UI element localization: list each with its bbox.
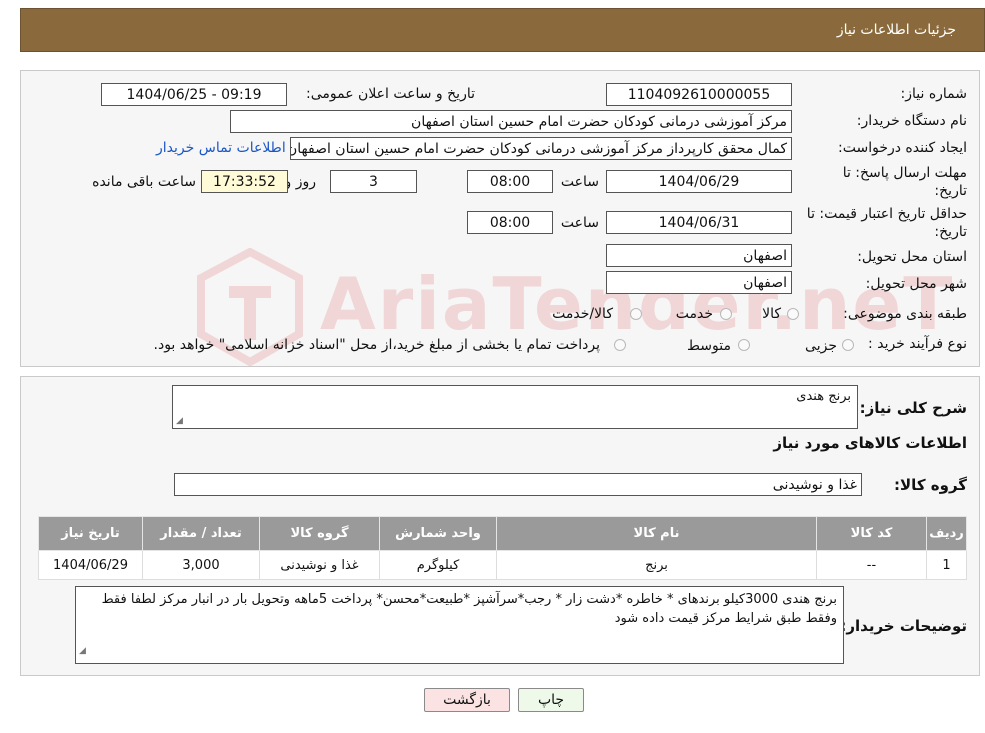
announce-label: تاریخ و ساعت اعلان عمومی: — [306, 86, 475, 102]
goods-table-wrapper: ردیف کد کالا نام کالا واحد شمارش گروه کا… — [38, 516, 967, 580]
category-radio-goods-service[interactable] — [630, 308, 642, 320]
remaining-time-label: ساعت باقی مانده — [92, 174, 196, 190]
deadline-date-field[interactable]: 1404/06/29 — [606, 170, 792, 193]
announce-field[interactable]: 1404/06/25 - 09:19 — [101, 83, 287, 106]
need-summary-label: شرح کلی نیاز: — [859, 399, 967, 417]
category-label: طبقه بندی موضوعی: — [843, 306, 967, 322]
cell-goods-code: -- — [816, 550, 927, 580]
page-header: جزئیات اطلاعات نیاز — [20, 8, 985, 52]
creator-label: ایجاد کننده درخواست: — [838, 140, 967, 156]
goods-table: ردیف کد کالا نام کالا واحد شمارش گروه کا… — [38, 516, 967, 580]
creator-field[interactable]: کمال محقق کارپرداز مرکز آموزشی درمانی کو… — [290, 137, 792, 160]
resize-grip-icon[interactable]: ◢ — [79, 642, 86, 661]
province-field[interactable]: اصفهان — [606, 244, 792, 267]
validity-label-line2: تاریخ: — [934, 224, 967, 240]
goods-info-title: اطلاعات کالاهای مورد نیاز — [773, 434, 967, 452]
deadline-days-field[interactable]: 3 — [330, 170, 417, 193]
need-number-label: شماره نیاز: — [900, 86, 968, 102]
category-option-goods-service: کالا/خدمت — [552, 306, 613, 322]
process-option-minor: جزیی — [805, 338, 837, 354]
buyer-org-label: نام دستگاه خریدار: — [856, 113, 967, 129]
validity-time-label: ساعت — [560, 215, 599, 231]
col-quantity: تعداد / مقدار — [142, 516, 260, 551]
buyer-contact-link[interactable]: اطلاعات تماس خریدار — [156, 140, 286, 156]
goods-table-header-row: ردیف کد کالا نام کالا واحد شمارش گروه کا… — [38, 516, 967, 551]
buyer-org-field[interactable]: مرکز آموزشی درمانی کودکان حضرت امام حسین… — [230, 110, 792, 133]
city-label: شهر محل تحویل: — [865, 276, 967, 292]
process-radio-treasury[interactable] — [614, 339, 626, 351]
category-radio-service[interactable] — [720, 308, 732, 320]
province-label: استان محل تحویل: — [857, 249, 967, 265]
cell-need-date: 1404/06/29 — [38, 550, 143, 580]
category-option-goods: کالا — [762, 306, 781, 322]
back-button[interactable]: بازگشت — [424, 688, 510, 712]
category-radio-goods[interactable] — [787, 308, 799, 320]
page-title: جزئیات اطلاعات نیاز — [836, 22, 956, 38]
need-number-field[interactable]: 1104092610000055 — [606, 83, 792, 106]
print-button[interactable]: چاپ — [518, 688, 584, 712]
col-goods-group: گروه کالا — [259, 516, 380, 551]
col-row-number: ردیف — [926, 516, 967, 551]
col-goods-name: نام کالا — [496, 516, 817, 551]
process-note: پرداخت تمام یا بخشی از مبلغ خرید،از محل … — [153, 337, 600, 353]
category-option-service: خدمت — [675, 306, 713, 322]
col-goods-code: کد کالا — [816, 516, 927, 551]
table-row[interactable]: 1 -- برنج کیلوگرم غذا و نوشیدنی 3,000 14… — [38, 550, 967, 580]
cell-unit: کیلوگرم — [379, 550, 497, 580]
goods-group-label: گروه کالا: — [894, 476, 967, 494]
deadline-label-line1: مهلت ارسال پاسخ: تا — [842, 165, 967, 181]
process-radio-medium[interactable] — [738, 339, 750, 351]
cell-goods-name: برنج — [496, 550, 817, 580]
buyer-notes-label: توضیحات خریدار: — [840, 617, 967, 635]
cell-goods-group: غذا و نوشیدنی — [259, 550, 380, 580]
remaining-time-field: 17:33:52 — [201, 170, 288, 193]
cell-row-number: 1 — [926, 550, 967, 580]
col-unit: واحد شمارش — [379, 516, 497, 551]
cell-quantity: 3,000 — [142, 550, 260, 580]
buyer-notes-textarea[interactable]: برنج هندی 3000کیلو برندهای * خاطره *دشت … — [75, 586, 844, 664]
process-option-medium: متوسط — [687, 338, 731, 354]
deadline-days-label: روز و — [284, 174, 317, 190]
goods-group-field[interactable]: غذا و نوشیدنی — [174, 473, 862, 496]
resize-grip-icon[interactable]: ◢ — [176, 416, 183, 426]
validity-date-field[interactable]: 1404/06/31 — [606, 211, 792, 234]
deadline-label-line2: تاریخ: — [934, 183, 967, 199]
city-field[interactable]: اصفهان — [606, 271, 792, 294]
need-summary-textarea[interactable]: برنج هندی ◢ — [172, 385, 858, 429]
col-need-date: تاریخ نیاز — [38, 516, 143, 551]
validity-label-line1: حداقل تاریخ اعتبار قیمت: تا — [806, 206, 967, 222]
need-summary-text: برنج هندی — [796, 389, 851, 404]
validity-time-field[interactable]: 08:00 — [467, 211, 553, 234]
process-label: نوع فرآیند خرید : — [868, 336, 967, 352]
process-radio-minor[interactable] — [842, 339, 854, 351]
buyer-notes-text: برنج هندی 3000کیلو برندهای * خاطره *دشت … — [101, 592, 837, 626]
deadline-time-field[interactable]: 08:00 — [467, 170, 553, 193]
deadline-time-label: ساعت — [560, 174, 599, 190]
